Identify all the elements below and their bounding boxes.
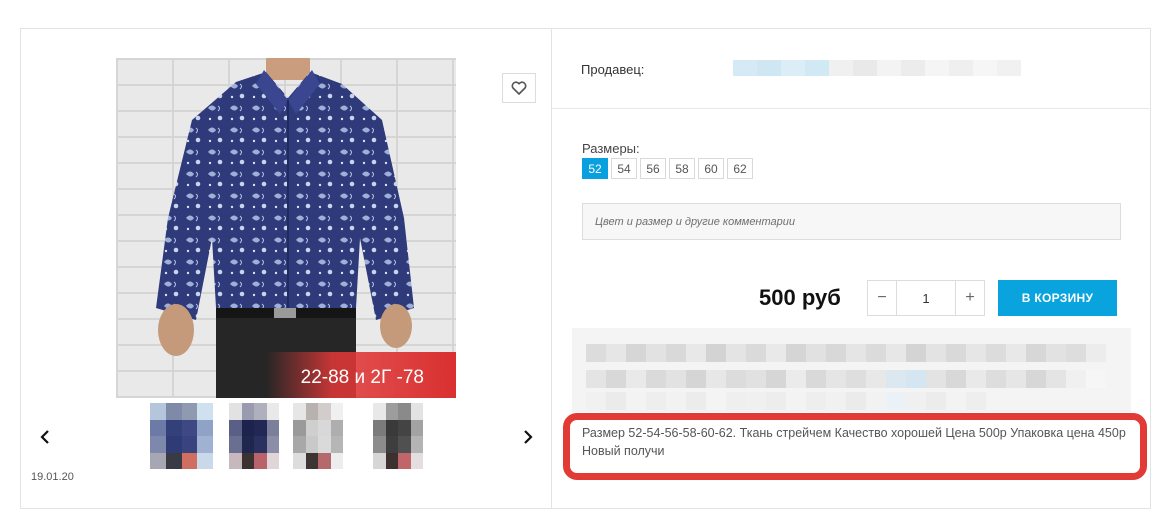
- gallery-thumbnail[interactable]: [229, 403, 279, 469]
- section-divider: [552, 108, 1151, 109]
- sizes-label: Размеры:: [582, 141, 640, 156]
- favorite-button[interactable]: [502, 73, 536, 103]
- add-to-cart-button[interactable]: В КОРЗИНУ: [998, 280, 1117, 316]
- gallery-thumbnail[interactable]: [293, 403, 343, 469]
- photo-caption: 22-88 и 2Г -78: [300, 367, 424, 388]
- size-option-56[interactable]: 56: [640, 158, 666, 179]
- quantity-decrease-button[interactable]: −: [868, 281, 896, 315]
- quantity-value[interactable]: 1: [896, 281, 956, 315]
- shirt-illustration: [156, 58, 414, 398]
- seller-label: Продавец:: [581, 62, 645, 77]
- main-product-photo[interactable]: 22-88 и 2Г -78: [116, 58, 456, 398]
- gallery-thumbnail[interactable]: [373, 403, 423, 469]
- product-description: Размер 52-54-56-58-60-62. Ткань стрейчем…: [582, 426, 1126, 458]
- redacted-info-block: [572, 328, 1131, 412]
- chevron-right-icon: [524, 430, 533, 444]
- gallery-prev-button[interactable]: [33, 425, 57, 449]
- comment-input[interactable]: [582, 203, 1121, 240]
- publish-date: 19.01.20: [31, 471, 74, 483]
- gallery-next-button[interactable]: [516, 425, 540, 449]
- size-option-62[interactable]: 62: [727, 158, 753, 179]
- quantity-stepper: − 1 +: [867, 280, 985, 316]
- size-selector: 52 54 56 58 60 62: [582, 158, 753, 179]
- gallery-thumbnail[interactable]: [150, 403, 213, 469]
- size-option-54[interactable]: 54: [611, 158, 637, 179]
- column-divider: [551, 28, 552, 509]
- size-option-52[interactable]: 52: [582, 158, 608, 179]
- size-option-60[interactable]: 60: [698, 158, 724, 179]
- price: 500 руб: [759, 285, 841, 310]
- quantity-increase-button[interactable]: +: [956, 281, 984, 315]
- heart-icon: [511, 81, 527, 95]
- seller-name-redacted: [733, 60, 1021, 76]
- chevron-left-icon: [40, 430, 49, 444]
- size-option-58[interactable]: 58: [669, 158, 695, 179]
